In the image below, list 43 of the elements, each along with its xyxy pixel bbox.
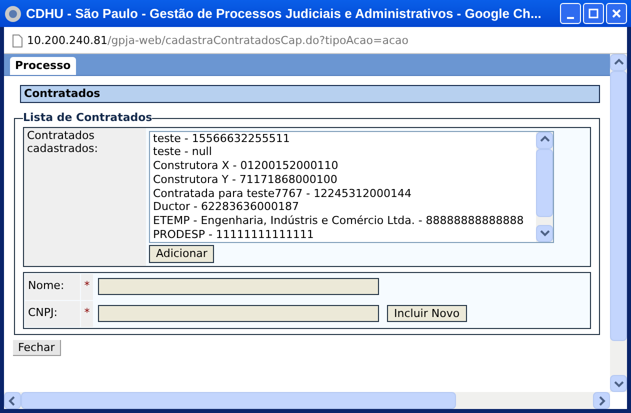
scroll-left-icon[interactable] — [4, 392, 21, 409]
scroll-thumb[interactable] — [536, 148, 553, 216]
horizontal-scrollbar[interactable] — [4, 392, 610, 409]
scroll-right-icon[interactable] — [593, 392, 610, 409]
maximize-button[interactable] — [583, 3, 604, 24]
address-url[interactable]: 10.200.240.81/gpja-web/cadastraContratadosCap.do?tipoAcao=acao — [27, 32, 409, 50]
section-header: Contratados — [20, 85, 600, 103]
list-item[interactable]: Construtora Y - 71171868000100 — [153, 172, 533, 187]
field-label: Nome: — [25, 274, 80, 300]
list-label: Contratados cadastrados: — [24, 128, 146, 266]
vertical-scrollbar[interactable] — [610, 54, 627, 392]
field-label: CNPJ: — [25, 300, 80, 326]
scroll-up-icon[interactable] — [610, 54, 627, 71]
minimize-icon — [567, 16, 574, 18]
input-field[interactable] — [98, 278, 379, 295]
close-icon — [611, 8, 622, 19]
scroll-down-icon[interactable] — [610, 375, 627, 392]
window-title: CDHU - São Paulo - Gestão de Processos Judiciais e Administrativos - Google Ch... — [26, 4, 542, 23]
fieldset-legend: Lista de Contratados — [23, 110, 152, 126]
scroll-down-icon[interactable] — [536, 224, 553, 242]
scroll-thumb[interactable] — [610, 71, 627, 341]
list-item[interactable]: teste - 15566632255511 — [153, 132, 533, 146]
close-button[interactable] — [606, 3, 627, 24]
add-button[interactable]: Adicionar — [149, 244, 214, 262]
maximize-icon — [588, 8, 599, 19]
required-mark: * — [81, 274, 93, 300]
scroll-thumb[interactable] — [21, 392, 456, 409]
required-mark: * — [81, 300, 93, 326]
minimize-button[interactable] — [560, 3, 581, 24]
app-icon — [4, 4, 22, 22]
list-item[interactable]: Ductor - 62283636000187 — [153, 200, 533, 214]
list-item[interactable]: PRODESP - 11111111111111 — [153, 228, 533, 242]
list-item[interactable]: ETEMP - Engenharia, Indústris e Comércio Ltda. - 88888888888888 — [153, 214, 533, 228]
input-field[interactable] — [98, 305, 379, 322]
tab[interactable]: Processo — [10, 57, 76, 75]
page-icon — [12, 34, 23, 48]
list-item[interactable]: Contratada para teste7767 - 12245312000144 — [153, 186, 533, 200]
list-scrollbar[interactable] — [536, 132, 553, 242]
close-page-button[interactable]: Fechar — [13, 340, 61, 356]
list-item[interactable]: teste - null — [153, 145, 533, 160]
list-item[interactable]: Construtora X - 01200152000110 — [153, 159, 533, 173]
include-button[interactable]: Incluir Novo — [387, 305, 467, 322]
scroll-up-icon[interactable] — [536, 132, 553, 148]
